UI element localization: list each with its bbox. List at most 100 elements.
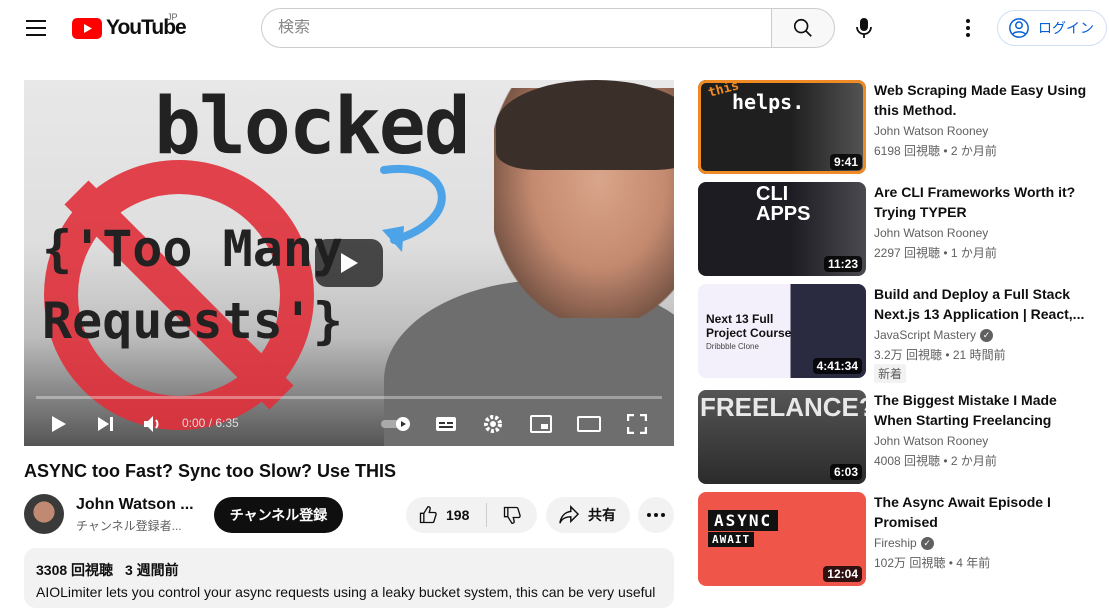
thumbs-down-icon (503, 506, 521, 525)
recommended-meta: 3.2万 回視聴 • 21 時間前 (874, 348, 1006, 362)
presenter-hair (496, 80, 674, 170)
top-header: YouTube JP ログイン (0, 0, 1109, 56)
recommended-channel[interactable]: John Watson Rooney (874, 124, 988, 138)
channel-name: John Watson Rooney (874, 226, 989, 240)
recommended-video[interactable]: CLI APPS 11:23 Are CLI Frameworks Worth … (698, 182, 1098, 278)
player-controls: 0:00 / 6:35 (24, 402, 674, 446)
play-button[interactable] (43, 408, 75, 440)
recommended-title[interactable]: The Async Await Episode I Promised (874, 492, 1092, 532)
youtube-play-logo-icon (72, 17, 102, 39)
more-actions-icon[interactable] (638, 497, 674, 533)
play-icon (52, 416, 66, 432)
account-icon (1009, 18, 1029, 38)
search-button[interactable] (771, 8, 835, 48)
video-duration: 11:23 (823, 256, 862, 272)
autoplay-toggle[interactable] (380, 408, 414, 440)
recommended-thumbnail[interactable]: CLI APPS 11:23 (698, 182, 866, 276)
channel-name: Fireship (874, 536, 917, 550)
recommended-channel[interactable]: JavaScript Mastery ✓ (874, 328, 994, 342)
voice-search-button[interactable] (846, 10, 882, 46)
recommended-thumbnail[interactable]: Next 13 Full Project Course Dribbble Clo… (698, 284, 866, 378)
search-field[interactable] (261, 8, 772, 48)
recommended-thumbnail[interactable]: this helps. 9:41 (698, 80, 866, 174)
recommended-meta: 102万 回視聴 • 4 年前 (874, 556, 991, 570)
new-badge: 新着 (874, 364, 907, 383)
channel-name: John Watson Rooney (874, 434, 989, 448)
recommended-thumbnail[interactable]: FREELANCE? 6:03 (698, 390, 866, 484)
login-button[interactable]: ログイン (997, 10, 1107, 46)
description-text: AIOLimiter lets you control your async r… (36, 584, 656, 600)
video-title: ASYNC too Fast? Sync too Slow? Use THIS (24, 461, 397, 481)
large-play-button[interactable] (315, 239, 383, 287)
progress-bar[interactable] (36, 396, 662, 399)
subtitles-button[interactable] (430, 408, 462, 440)
recommended-meta: 6198 回視聴 • 2 か月前 (874, 144, 997, 158)
hamburger-menu-icon[interactable] (20, 12, 52, 44)
thumb-text-too-many: {'Too Many (42, 220, 344, 278)
recommended-title[interactable]: Web Scraping Made Easy Using this Method… (874, 80, 1092, 120)
miniplayer-icon (530, 415, 552, 433)
play-icon (341, 253, 358, 273)
country-code: JP (167, 12, 178, 22)
recommended-video[interactable]: FREELANCE? 6:03 The Biggest Mistake I Ma… (698, 390, 1098, 486)
recommended-title[interactable]: The Biggest Mistake I Made When Starting… (874, 390, 1092, 430)
dislike-button[interactable] (487, 497, 537, 533)
thumb-text: helps. (732, 90, 805, 114)
recommended-title[interactable]: Build and Deploy a Full Stack Next.js 13… (874, 284, 1092, 324)
settings-menu-icon[interactable] (954, 14, 982, 42)
share-icon (559, 505, 580, 524)
upload-age: 3 週間前 (124, 562, 179, 578)
thumb-text-blocked: blocked (154, 82, 471, 172)
recommended-meta: 4008 回視聴 • 2 か月前 (874, 454, 997, 468)
share-button[interactable]: 共有 (546, 497, 630, 533)
time-display: 0:00 / 6:35 (182, 416, 239, 430)
subscribe-button[interactable]: チャンネル登録 (214, 497, 343, 533)
volume-button[interactable] (137, 408, 169, 440)
video-player[interactable]: blocked {'Too Many Requests'} 0:00 / 6:3… (24, 80, 674, 446)
channel-name: JavaScript Mastery (874, 328, 977, 342)
recommended-title[interactable]: Are CLI Frameworks Worth it? Trying TYPE… (874, 182, 1092, 222)
video-duration: 4:41:34 (812, 358, 862, 374)
recommended-video[interactable]: ASYNC AWAIT 12:04 The Async Await Episod… (698, 492, 1098, 588)
verified-badge-icon: ✓ (980, 328, 994, 342)
recommended-meta: 2297 回視聴 • 1 か月前 (874, 246, 997, 260)
thumb-text: ASYNC (708, 510, 779, 531)
channel-name: John Watson Rooney (874, 124, 989, 138)
subscriber-count: チャンネル登録者... (76, 519, 182, 533)
search-input[interactable] (278, 19, 772, 37)
like-count: 198 (446, 507, 470, 523)
recommended-channel[interactable]: John Watson Rooney (874, 226, 988, 240)
video-duration: 6:03 (829, 464, 862, 480)
search-icon (793, 18, 812, 37)
microphone-icon (856, 18, 872, 38)
fullscreen-icon (627, 414, 647, 434)
miniplayer-button[interactable] (525, 408, 557, 440)
description-meta: 3308 回視聴 3 週間前 (36, 560, 662, 580)
fullscreen-button[interactable] (621, 408, 653, 440)
volume-icon (144, 416, 159, 432)
video-duration: 12:04 (823, 566, 862, 582)
subtitles-icon (436, 417, 456, 431)
share-label: 共有 (588, 507, 616, 523)
channel-name[interactable]: John Watson ... (76, 496, 194, 514)
channel-avatar[interactable] (24, 494, 64, 534)
recommended-video[interactable]: Next 13 Full Project Course Dribbble Clo… (698, 284, 1098, 383)
skip-next-icon (98, 417, 113, 431)
like-button[interactable]: 198 (406, 497, 486, 533)
thumb-text: Next 13 Full Project Course (706, 312, 792, 340)
recommended-video[interactable]: this helps. 9:41 Web Scraping Made Easy … (698, 80, 1098, 176)
recommended-channel[interactable]: Fireship ✓ (874, 536, 934, 550)
settings-button[interactable] (477, 408, 509, 440)
thumb-small-text: AWAIT (708, 532, 755, 547)
recommended-channel[interactable]: John Watson Rooney (874, 434, 988, 448)
video-duration: 9:41 (829, 154, 862, 170)
theater-mode-button[interactable] (573, 408, 605, 440)
thumb-text: CLI APPS (756, 183, 811, 225)
next-button[interactable] (90, 408, 122, 440)
autoplay-toggle-icon (381, 417, 410, 431)
recommended-thumbnail[interactable]: ASYNC AWAIT 12:04 (698, 492, 866, 586)
like-dislike-group: 198 (406, 497, 537, 533)
description-box[interactable]: 3308 回視聴 3 週間前 AIOLimiter lets you contr… (24, 548, 674, 608)
thumb-text-requests: Requests'} (42, 292, 344, 350)
login-label: ログイン (1038, 20, 1094, 36)
